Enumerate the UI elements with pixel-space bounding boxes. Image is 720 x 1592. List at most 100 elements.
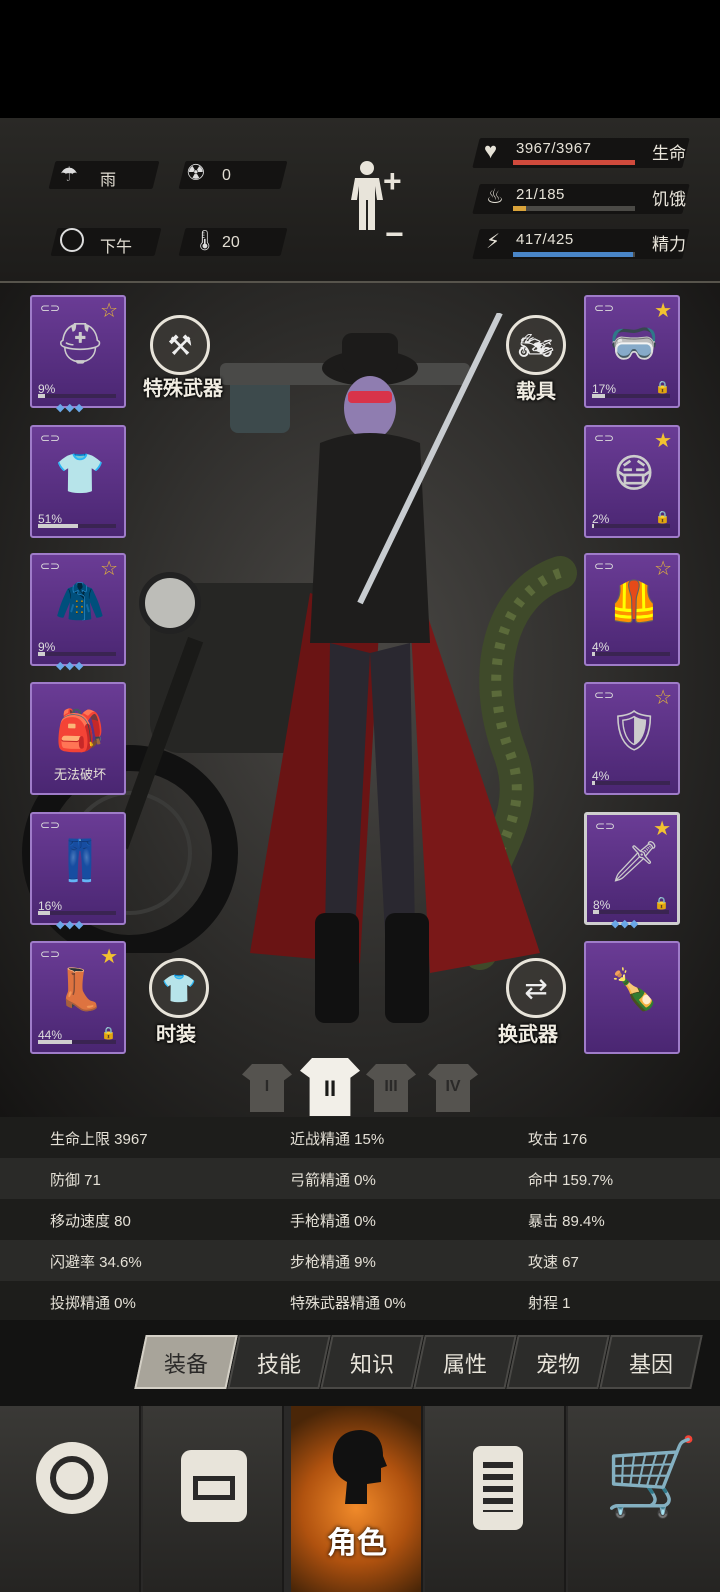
stat-cell: 步枪精通 9% (290, 1254, 376, 1271)
backpack-icon (181, 1450, 247, 1522)
durability-percent: 9% (38, 640, 56, 654)
gem-sockets: ◆◆◆ (56, 919, 85, 931)
heart-icon: ♥ (484, 138, 498, 163)
fashion-button[interactable]: 👕 (149, 958, 209, 1018)
equipment-slot-pants[interactable]: 👖 ⊂⊃ 16% ◆◆◆ (30, 812, 126, 931)
equipment-slot-goggles[interactable]: 🥽 ⊂⊃ ★ 17% 🔒 (584, 295, 680, 408)
stat-cell: 特殊武器精通 0% (290, 1295, 406, 1312)
nav-shop[interactable]: 🛒 (568, 1406, 720, 1592)
stat-cell: 移动速度 80 (50, 1213, 131, 1230)
gem-sockets: ◆◆◆ (56, 660, 85, 672)
globe-icon (36, 1442, 108, 1514)
hunger-bar (513, 206, 635, 211)
durability-percent: 9% (38, 382, 56, 396)
tab-label: 技能 (256, 1352, 301, 1377)
cart-icon: 🛒 (604, 1435, 699, 1520)
head-profile-icon (327, 1426, 387, 1506)
swap-weapon-button[interactable]: ⇄ (506, 958, 566, 1018)
motorcycle-icon: 🏍 (518, 329, 554, 361)
stats-row: 移动速度 80 手枪精通 0% 暴击 89.4% (0, 1199, 720, 1240)
equipment-slot-boots[interactable]: 👢 ⊂⊃ ★ 44% 🔒 (30, 941, 126, 1054)
equipment-slot-sweater[interactable]: 👕 ⊂⊃ 51% (30, 425, 126, 538)
hunger-value: 21/185 (516, 186, 565, 203)
sweater-icon: 👕 (55, 452, 105, 496)
stats-row: 防御 71 弓箭精通 0% 命中 159.7% (0, 1158, 720, 1199)
durability-percent: 17% (592, 382, 617, 396)
equipment-slot-molotov[interactable]: 🍾 (584, 941, 680, 1054)
durability-percent: 51% (38, 512, 63, 526)
swap-weapon-label: 换武器 (498, 1024, 558, 1046)
nav-character[interactable]: 角色 (291, 1406, 423, 1592)
outfit-preset-4[interactable]: IV (428, 1064, 478, 1112)
stat-cell: 近战精通 15% (290, 1131, 385, 1148)
outfit-preset-2[interactable]: II (300, 1058, 360, 1116)
link-icon: ⊂⊃ (594, 688, 615, 702)
boots-icon: 👢 (55, 968, 105, 1012)
hp-label: 生命 (652, 144, 686, 163)
vehicle-label: 载具 (516, 381, 556, 403)
lock-icon: 🔒 (654, 896, 669, 910)
equipment-slot-katana[interactable]: 🗡 ⊂⊃ ★ 8% 🔒 ◆◆◆ (584, 812, 680, 930)
nav-world-map[interactable] (0, 1406, 141, 1592)
minus-icon[interactable]: − (385, 216, 404, 253)
equipment-slot-jacket[interactable]: 🧥 ⊂⊃ ☆ 9% ◆◆◆ (30, 553, 126, 672)
swap-icon: ⇄ (524, 972, 548, 1004)
hp-bar-fill (513, 160, 635, 165)
plus-icon[interactable]: + (383, 163, 402, 200)
tab-label: 知识 (349, 1352, 394, 1377)
nav-inventory[interactable] (143, 1406, 284, 1592)
hp-value: 3967/3967 (516, 140, 592, 157)
energy-bar-fill (513, 252, 633, 257)
tshirt-icon: 👕 (161, 972, 197, 1004)
equipment-slot-gas-mask[interactable]: 😷 ⊂⊃ ★ 2% 🔒 (584, 425, 680, 538)
outfit-preset-1[interactable]: I (242, 1064, 292, 1112)
special-weapon-label: 特殊武器 (143, 378, 223, 400)
durability-percent: 8% (593, 898, 611, 912)
stat-cell: 攻击 176 (528, 1131, 588, 1148)
equipment-slot-riot-shield[interactable]: 🛡 ⊂⊃ ☆ 4% (584, 682, 680, 795)
equipment-slot-police-helmet[interactable]: ⛑ ⊂⊃ ☆ 9% ◆◆◆ (30, 295, 126, 414)
radiation-value: 0 (222, 167, 231, 184)
outfit-preset-label: IV (445, 1078, 461, 1095)
tab-label: 基因 (628, 1352, 673, 1377)
police-helmet-icon: ⛑ (54, 322, 106, 366)
riot-shield-icon: 🛡 (608, 709, 660, 753)
nav-radio[interactable] (425, 1406, 566, 1592)
fashion-label: 时装 (156, 1024, 196, 1046)
gas-mask-icon: 😷 (613, 452, 655, 496)
stat-cell: 生命上限 3967 (50, 1131, 148, 1148)
gem-sockets: ◆◆◆ (611, 918, 640, 930)
star-filled-icon: ★ (100, 946, 118, 968)
backpack-icon: 🎒 (55, 709, 105, 753)
outfit-preset-3[interactable]: III (366, 1064, 416, 1112)
goggles-icon: 🥽 (609, 322, 659, 366)
special-weapon-button[interactable]: ⚒ (150, 315, 210, 375)
stat-cell: 暴击 89.4% (528, 1213, 605, 1230)
link-icon: ⊂⊃ (40, 559, 61, 573)
tab-label: 属性 (442, 1352, 487, 1377)
lock-icon: 🔒 (101, 1026, 116, 1040)
stat-cell: 弓箭精通 0% (290, 1172, 376, 1189)
stat-cell: 手枪精通 0% (290, 1213, 376, 1230)
durability-percent: 2% (592, 512, 610, 526)
special-weapon-icon: ⚒ (167, 329, 193, 361)
star-filled-icon: ★ (654, 300, 672, 322)
star-outline-icon: ☆ (654, 558, 672, 580)
link-icon: ⊂⊃ (40, 431, 61, 445)
outfit-preset-label: III (384, 1078, 398, 1095)
vehicle-button[interactable]: 🏍 (506, 315, 566, 375)
time-value: 下午 (100, 239, 133, 256)
equipment-slot-vest[interactable]: 🦺 ⊂⊃ ☆ 4% (584, 553, 680, 666)
equipment-slot-backpack[interactable]: 🎒 无法破坏 (30, 682, 126, 795)
vest-icon: 🦺 (609, 580, 659, 624)
indestructible-label: 无法破坏 (53, 767, 106, 782)
tab-label: 宠物 (535, 1352, 580, 1377)
link-icon: ⊂⊃ (40, 301, 61, 315)
tab-label: 装备 (163, 1352, 208, 1377)
jacket-icon: 🧥 (55, 580, 105, 624)
nav-character-label: 角色 (327, 1527, 387, 1560)
stat-cell: 射程 1 (528, 1295, 571, 1312)
thermometer-icon: 🌡 (192, 230, 218, 252)
durability-percent: 44% (38, 1028, 63, 1042)
walkie-talkie-icon (473, 1446, 523, 1530)
